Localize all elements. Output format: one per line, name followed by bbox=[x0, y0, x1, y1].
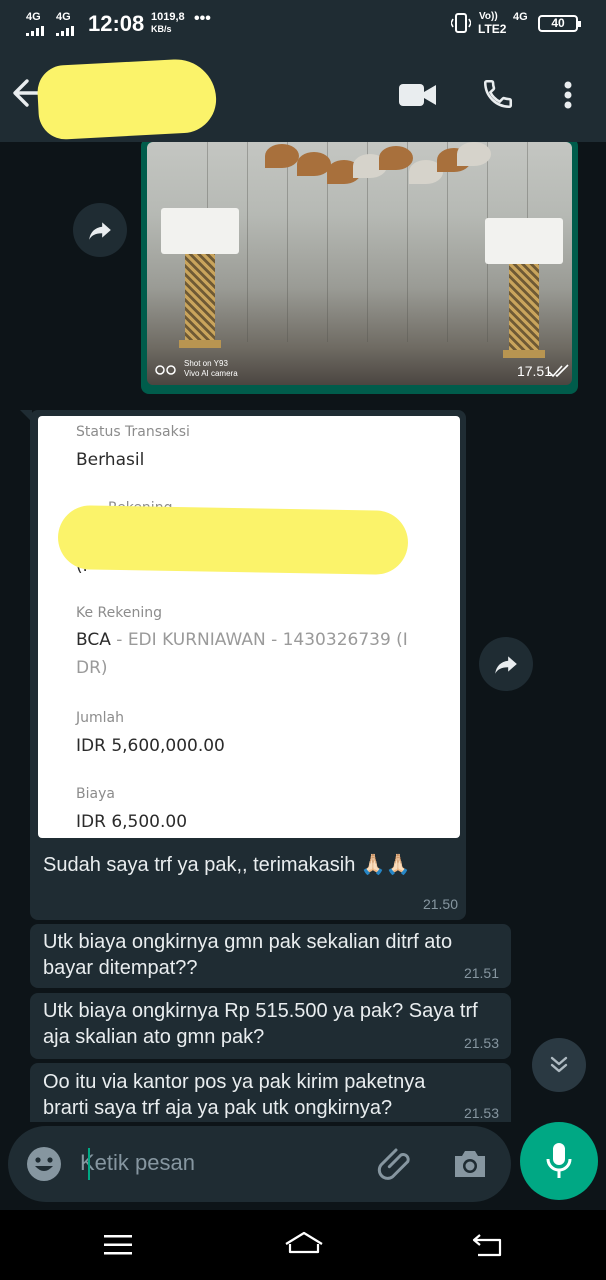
text-caret bbox=[88, 1148, 90, 1180]
forward-button[interactable] bbox=[479, 637, 533, 691]
to-bank: BCA bbox=[76, 630, 111, 650]
clock: 12:08 bbox=[88, 11, 145, 36]
status-bar: 4G 4G 12:08 1019,8 KB/s ••• Vo)) LTE2 4G… bbox=[0, 0, 606, 46]
message-time: 17.51 bbox=[516, 363, 552, 379]
watermark-line-2: Vivo AI camera bbox=[184, 369, 238, 378]
transfer-receipt-image[interactable]: Status Transaksi Berhasil Rekening (I Ke… bbox=[38, 416, 460, 838]
to-account-value: BCA - EDI KURNIAWAN - 1430326739 (I DR) bbox=[76, 626, 416, 682]
image-message[interactable]: Shot on Y93 Vivo AI camera 17.51 bbox=[141, 142, 578, 394]
amount-value: IDR 5,600,000.00 bbox=[76, 736, 225, 756]
network-speed-unit: KB/s bbox=[151, 24, 172, 34]
back-nav-icon[interactable] bbox=[472, 1232, 504, 1258]
forward-icon bbox=[495, 656, 517, 674]
text-message[interactable]: Oo itu via kantor pos ya pak kirim paket… bbox=[30, 1063, 511, 1122]
network-type-label-2: 4G bbox=[56, 11, 71, 23]
redacted-from-account bbox=[57, 504, 409, 576]
home-icon[interactable] bbox=[284, 1230, 324, 1258]
message-input-bar: Ketik pesan bbox=[0, 1122, 606, 1210]
battery-icon: 40 bbox=[538, 15, 581, 32]
system-navigation-bar bbox=[0, 1210, 606, 1280]
fee-label: Biaya bbox=[76, 786, 115, 802]
receipt-message[interactable]: Status Transaksi Berhasil Rekening (I Ke… bbox=[20, 410, 466, 920]
status-value: Berhasil bbox=[76, 450, 145, 470]
network-type-label-3: 4G bbox=[513, 11, 528, 23]
message-text: Sudah saya trf ya pak,, terimakasih 🙏🏻🙏🏻 bbox=[43, 854, 411, 876]
to-account-details-2: DR) bbox=[76, 658, 108, 678]
message-text: Utk biaya ongkirnya Rp 515.500 ya pak? S… bbox=[43, 1000, 478, 1048]
message-time: 21.50 bbox=[422, 896, 458, 912]
forward-icon bbox=[89, 222, 111, 240]
camera-icon[interactable] bbox=[452, 1148, 488, 1180]
status-label: Status Transaksi bbox=[76, 424, 190, 440]
message-text: Utk biaya ongkirnya gmn pak sekalian dit… bbox=[43, 931, 453, 979]
more-notifications-icon: ••• bbox=[194, 10, 211, 27]
attach-icon[interactable] bbox=[376, 1145, 416, 1185]
volte-label: Vo)) bbox=[479, 11, 498, 22]
emoji-icon[interactable] bbox=[26, 1146, 62, 1182]
photo-watermark: Shot on Y93 Vivo AI camera bbox=[167, 359, 238, 379]
photo[interactable]: Shot on Y93 Vivo AI camera 17.51 bbox=[147, 142, 572, 385]
more-vert-icon[interactable] bbox=[563, 80, 573, 110]
menu-icon[interactable] bbox=[104, 1234, 134, 1256]
message-time: 21.51 bbox=[463, 965, 499, 981]
video-call-icon[interactable] bbox=[399, 83, 437, 107]
microphone-icon bbox=[546, 1143, 572, 1178]
message-time: 21.53 bbox=[463, 1035, 499, 1051]
redacted-contact-name bbox=[36, 57, 218, 141]
fee-value: IDR 6,500.00 bbox=[76, 812, 188, 832]
phone-call-icon[interactable] bbox=[481, 77, 515, 111]
double-chevron-down-icon bbox=[550, 1056, 568, 1073]
network-speed-value: 1019,8 bbox=[151, 11, 185, 23]
battery-level: 40 bbox=[551, 16, 565, 30]
message-text: Oo itu via kantor pos ya pak kirim paket… bbox=[43, 1071, 426, 1119]
voice-message-button[interactable] bbox=[520, 1122, 598, 1200]
vibrate-icon bbox=[451, 13, 471, 33]
message-input-field[interactable]: Ketik pesan bbox=[8, 1126, 511, 1202]
to-account-label: Ke Rekening bbox=[76, 605, 163, 621]
text-message[interactable]: Utk biaya ongkirnya Rp 515.500 ya pak? S… bbox=[30, 993, 511, 1059]
text-message[interactable]: Utk biaya ongkirnya gmn pak sekalian dit… bbox=[30, 924, 511, 988]
amount-label: Jumlah bbox=[76, 710, 124, 726]
scroll-to-bottom-button[interactable] bbox=[532, 1038, 586, 1092]
read-receipt-icon bbox=[548, 364, 569, 378]
message-input-placeholder[interactable]: Ketik pesan bbox=[80, 1150, 195, 1176]
lte-label: LTE2 bbox=[478, 22, 507, 36]
chat-area[interactable]: Shot on Y93 Vivo AI camera 17.51 Status … bbox=[0, 142, 606, 1122]
watermark-line-1: Shot on Y93 bbox=[184, 359, 228, 368]
forward-button[interactable] bbox=[73, 203, 127, 257]
to-account-details: - EDI KURNIAWAN - 1430326739 (I bbox=[110, 630, 408, 650]
chat-header bbox=[0, 46, 606, 142]
message-time: 21.53 bbox=[463, 1105, 499, 1121]
network-type-label: 4G bbox=[26, 11, 41, 23]
